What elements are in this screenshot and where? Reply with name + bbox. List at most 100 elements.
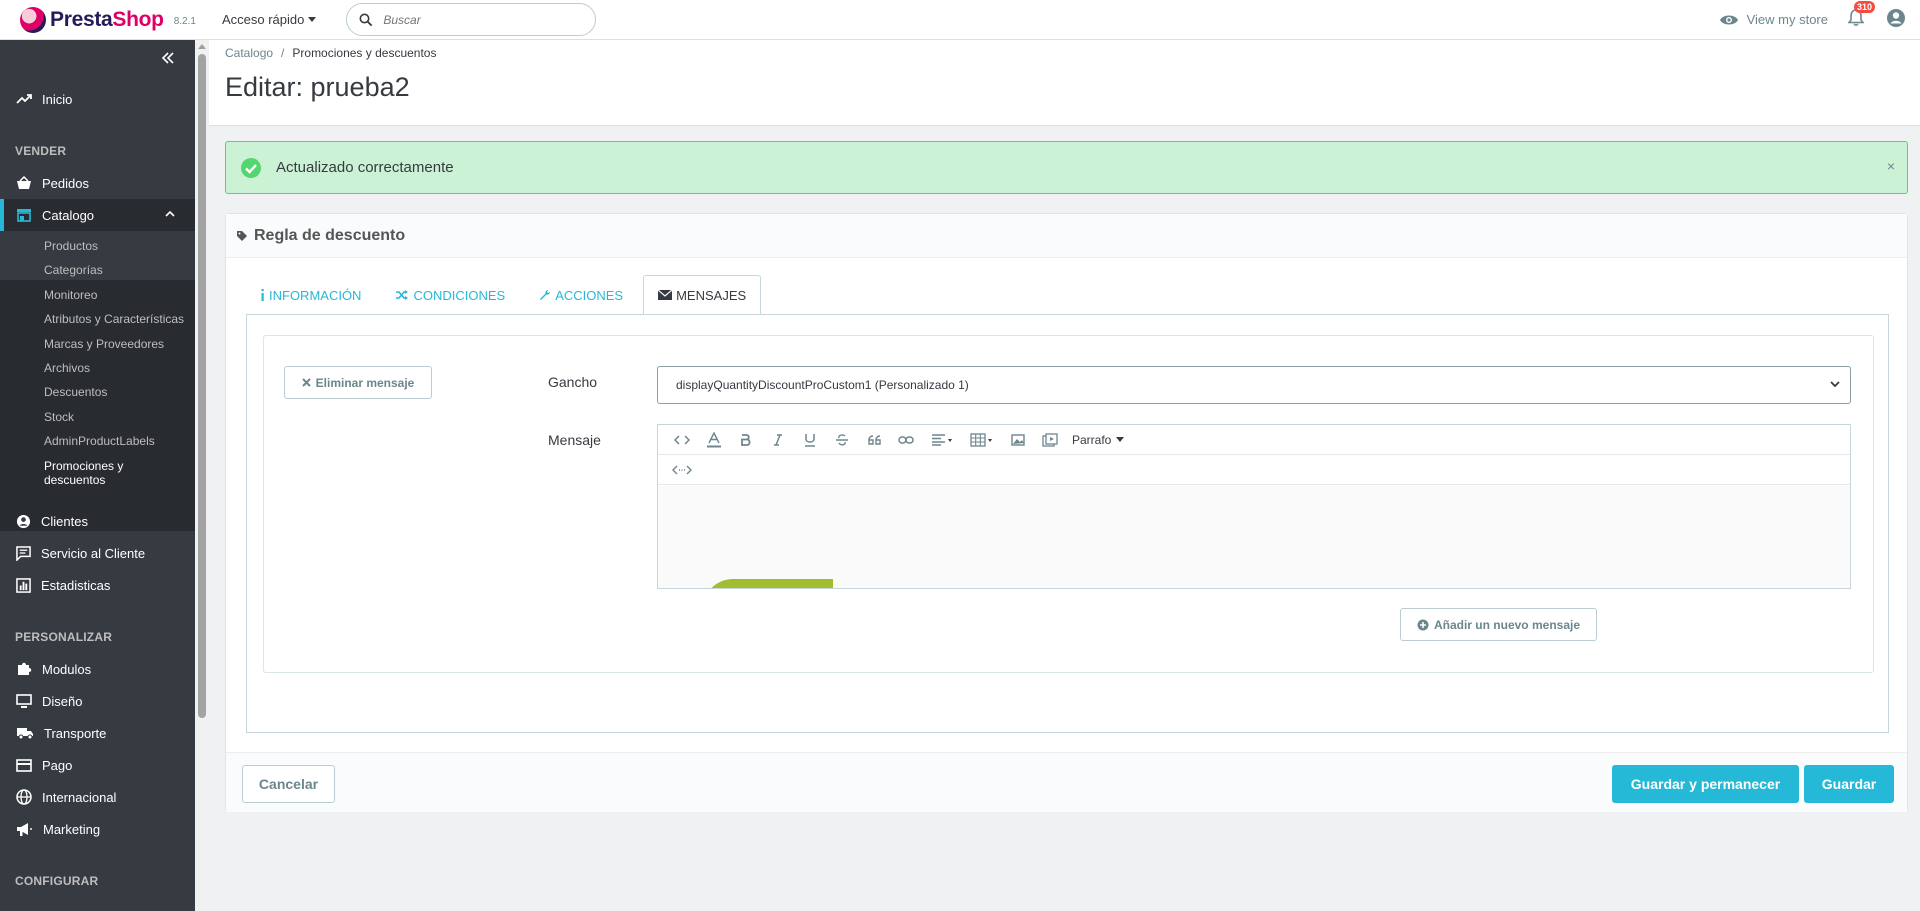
sidebar-item-home[interactable]: Inicio [0,83,195,115]
add-new-message-button[interactable]: Añadir un nuevo mensaje [1400,608,1597,641]
megaphone-icon [17,822,32,836]
prestashop-logo[interactable]: PrestaShop 8.2.1 [20,6,196,33]
submenu-item-brands[interactable]: Marcas y Proveedores [44,337,164,351]
sidebar-item-label: Internacional [42,789,117,805]
search-box[interactable] [346,3,597,36]
submenu-item-attributes[interactable]: Atributos y Características [44,312,184,326]
paragraph-label: Parrafo [1072,432,1112,447]
align-dropdown[interactable] [922,425,962,455]
sidebar-item-label: Transporte [44,725,107,741]
breadcrumb-catalog[interactable]: Catalogo [225,46,273,60]
blockquote-button[interactable] [858,425,890,455]
source-code-icon [672,465,692,474]
tag-icon [237,230,247,241]
breadcrumb: Catalogo / Promociones y descuentos [225,46,436,60]
sidebar-item-international[interactable]: Internacional [0,781,195,813]
close-alert-button[interactable]: × [1887,158,1895,174]
submenu-item-monitoring[interactable]: Monitoreo [44,288,97,302]
submenu-item-promotions[interactable]: Promociones y descuentos [44,459,154,487]
check-circle-icon [241,157,261,178]
hook-label: Gancho [548,374,598,390]
sidebar-item-catalog[interactable]: Catalogo [0,199,195,231]
sidebar-item-label: Clientes [41,513,88,529]
wrench-icon [540,290,551,300]
underline-button[interactable] [794,425,826,455]
page-title: Editar: prueba2 [225,72,410,102]
search-input[interactable] [383,12,574,27]
envelope-icon [658,290,673,300]
video-button[interactable] [1034,425,1066,455]
account-circle-icon [16,514,31,528]
sidebar-item-design[interactable]: Diseño [0,685,195,717]
sidebar-item-modules[interactable]: Modulos [0,653,195,685]
link-button[interactable] [890,425,922,455]
close-icon [301,378,311,387]
cancel-button[interactable]: Cancelar [242,765,335,803]
code-view-button[interactable] [666,425,698,455]
button-label: Añadir un nuevo mensaje [1433,617,1581,632]
button-label: Eliminar mensaje [315,375,415,390]
sidebar-item-stats[interactable]: Estadisticas [0,569,195,601]
sidebar-item-payment[interactable]: Pago [0,749,195,781]
sidebar-item-customer-service[interactable]: Servicio al Cliente [0,537,195,569]
strikethrough-icon [836,433,848,445]
view-my-store-link[interactable]: View my store [1719,12,1828,27]
delete-message-button[interactable]: Eliminar mensaje [284,366,432,399]
strikethrough-button[interactable] [826,425,858,455]
source-code-button[interactable] [666,455,698,485]
submenu-item-discounts[interactable]: Descuentos [44,385,107,399]
tab-conditions[interactable]: CONDICIONES [381,275,519,315]
sidebar-item-label: Diseño [42,693,83,709]
submenu-item-stock[interactable]: Stock [44,410,74,424]
editor-toolbar-secondary [658,455,1850,485]
button-label: Guardar [1821,776,1877,792]
message-editor[interactable]: Parrafo [657,424,1851,589]
user-account-button[interactable] [1886,8,1906,31]
content-image-fragment [703,579,833,588]
italic-button[interactable] [762,425,794,455]
image-button[interactable] [1002,425,1034,455]
save-button[interactable]: Guardar [1804,765,1894,803]
sidebar-item-label: Pago [42,757,73,773]
scroll-up-arrow-icon[interactable] [198,44,206,49]
tab-label: ACCIONES [555,287,624,303]
shopping-basket-icon [17,176,31,189]
sidebar: Inicio VENDER Pedidos Catalogo Productos… [0,40,195,911]
submenu-item-categories[interactable]: Categorías [44,263,103,277]
collapse-sidebar-button[interactable] [161,52,175,67]
tab-actions[interactable]: ACCIONES [525,275,637,315]
submenu-item-files[interactable]: Archivos [44,361,90,375]
editor-content-area[interactable] [658,486,1850,588]
bold-button[interactable] [730,425,762,455]
version-label: 8.2.1 [173,16,196,27]
prestashop-logo-icon [20,6,46,33]
scrollbar-thumb[interactable] [198,54,206,718]
save-and-stay-button[interactable]: Guardar y permanecer [1612,765,1799,803]
image-icon [1011,433,1025,446]
text-color-button[interactable] [698,425,730,455]
underline-icon [805,433,815,447]
double-chevron-left-icon [161,52,174,64]
table-dropdown[interactable] [962,425,1002,455]
discount-rule-panel: Regla de descuento INFORMACIÓN CONDICION… [225,213,1908,812]
tab-messages[interactable]: MENSAJES [643,275,762,315]
tab-information[interactable]: INFORMACIÓN [246,275,375,315]
chat-icon [16,545,31,561]
submenu-item-product-labels[interactable]: AdminProductLabels [44,434,155,448]
trending-up-icon [16,94,32,104]
tab-label: INFORMACIÓN [269,287,362,303]
quick-access-dropdown[interactable]: Acceso rápido [222,12,317,27]
notifications-button[interactable]: 310 [1847,1,1876,30]
credit-card-icon [16,758,32,772]
sidebar-item-marketing[interactable]: Marketing [0,813,195,845]
sidebar-scrollbar[interactable] [195,40,209,911]
sidebar-item-customers[interactable]: Clientes [0,505,195,537]
paragraph-dropdown[interactable]: Parrafo [1072,432,1125,447]
puzzle-icon [18,662,32,675]
hook-select[interactable]: displayQuantityDiscountProCustom1 (Perso… [657,366,1851,404]
sidebar-item-orders[interactable]: Pedidos [0,167,195,199]
message-label: Mensaje [548,432,601,448]
submenu-item-products[interactable]: Productos [44,239,98,253]
sidebar-item-shipping[interactable]: Transporte [0,717,195,749]
info-icon [261,289,264,301]
